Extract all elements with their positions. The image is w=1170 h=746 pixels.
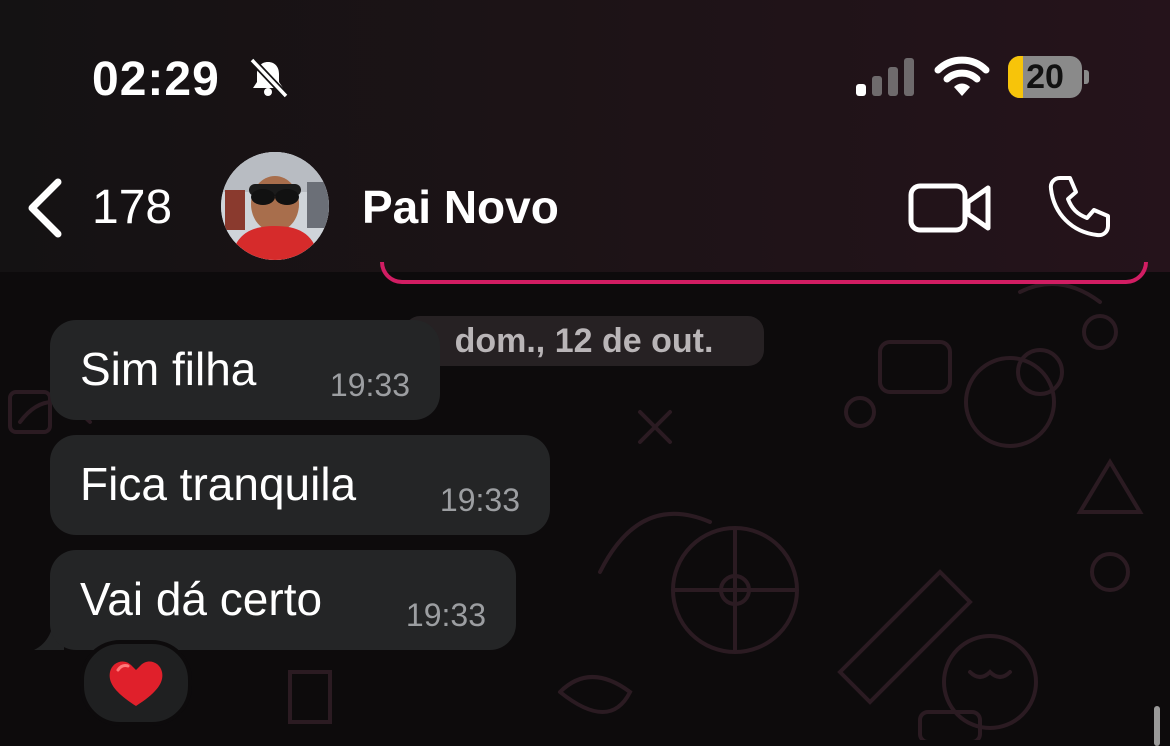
message-text: Fica tranquila [80,458,357,510]
bell-muted-icon [249,57,289,99]
battery-indicator: 20 [1008,56,1089,98]
message-bubble[interactable]: Vai dá certo 19:33 [50,550,516,650]
message-text: Vai dá certo [80,573,323,625]
video-call-icon[interactable] [908,180,992,236]
message-time: 19:33 [439,482,520,518]
back-chevron-icon[interactable] [22,176,66,240]
reaction-badge[interactable] [80,640,192,726]
heart-icon [109,661,163,706]
message-bubble[interactable]: Fica tranquila 19:33 [50,435,550,535]
message-time: 19:33 [405,597,486,633]
battery-percent: 20 [1026,58,1064,96]
phone-call-icon[interactable] [1046,174,1112,240]
status-time: 02:29 [92,53,220,106]
message-bubble[interactable]: Sim filha 19:33 [50,320,440,420]
previous-message-edge [380,262,1148,284]
message-text: Sim filha [80,343,257,395]
scrollbar[interactable] [1154,706,1160,746]
contact-avatar[interactable] [221,152,329,260]
cellular-signal-icon [856,58,914,96]
wifi-icon [934,56,990,96]
chat-header: 02:29 20 178 Pai Novo [0,0,1170,272]
message-time: 19:33 [329,367,410,403]
date-separator: dom., 12 de out. [404,316,764,366]
back-unread-count[interactable]: 178 [92,180,172,235]
contact-name[interactable]: Pai Novo [362,180,559,234]
